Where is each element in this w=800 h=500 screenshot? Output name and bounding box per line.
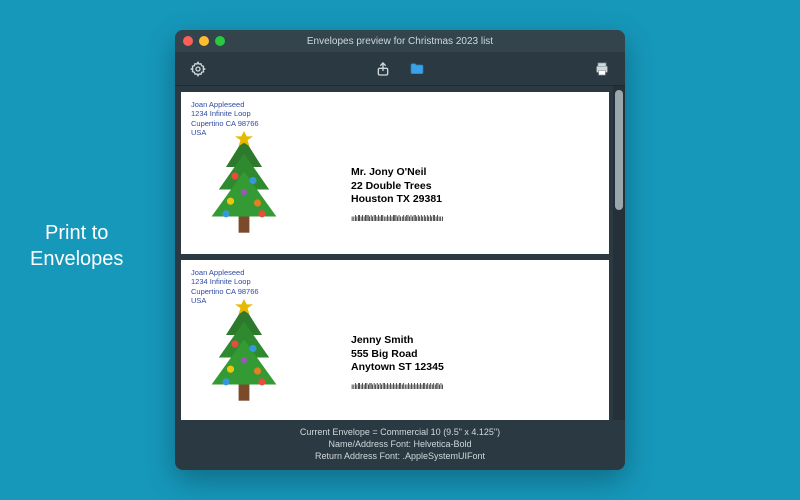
return-street: 1234 Infinite Loop (191, 277, 259, 286)
recipient-city: Houston TX 29381 (351, 193, 442, 207)
recipient-name: Jenny Smith (351, 334, 444, 348)
footer-return-font: Return Address Font: .AppleSystemUIFont (185, 450, 615, 462)
titlebar: Envelopes preview for Christmas 2023 lis… (175, 30, 625, 52)
recipient-address: Jenny Smith 555 Big Road Anytown ST 1234… (351, 334, 444, 375)
promo-headline: Print to Envelopes (30, 220, 123, 272)
christmas-tree-icon (199, 130, 289, 240)
footer-name-font: Name/Address Font: Helvetica-Bold (185, 438, 615, 450)
minimize-button[interactable] (199, 36, 209, 46)
return-name: Joan Appleseed (191, 268, 259, 277)
return-city: Cupertino CA 98766 (191, 287, 259, 296)
envelope-preview-scroll[interactable]: Joan Appleseed 1234 Infinite Loop Cupert… (175, 86, 613, 420)
toolbar (175, 52, 625, 86)
scrollbar[interactable] (613, 86, 625, 420)
christmas-tree-icon (199, 298, 289, 408)
envelope-preview: Joan Appleseed 1234 Infinite Loop Cupert… (181, 260, 609, 420)
recipient-street: 555 Big Road (351, 348, 444, 362)
content-area: Joan Appleseed 1234 Infinite Loop Cupert… (175, 86, 625, 420)
recipient-city: Anytown ST 12345 (351, 361, 444, 375)
print-button[interactable] (589, 58, 615, 80)
traffic-lights (183, 36, 225, 46)
scrollbar-thumb[interactable] (615, 90, 623, 210)
return-street: 1234 Infinite Loop (191, 109, 259, 118)
envelope-preview: Joan Appleseed 1234 Infinite Loop Cupert… (181, 92, 609, 254)
promo-line2: Envelopes (30, 248, 123, 270)
status-footer: Current Envelope = Commercial 10 (9.5" x… (175, 420, 625, 470)
folder-icon (409, 61, 425, 77)
return-city: Cupertino CA 98766 (191, 119, 259, 128)
recipient-street: 22 Double Trees (351, 180, 442, 194)
zoom-button[interactable] (215, 36, 225, 46)
close-button[interactable] (183, 36, 193, 46)
return-name: Joan Appleseed (191, 100, 259, 109)
window-title: Envelopes preview for Christmas 2023 lis… (175, 36, 625, 47)
postal-barcode: ıılıllılıllıllılılılıllılılılılıllılıılı… (351, 382, 443, 391)
printer-icon (594, 61, 610, 77)
recipient-address: Mr. Jony O'Neil 22 Double Trees Houston … (351, 166, 442, 207)
promo-line1: Print to (45, 222, 108, 244)
share-icon (375, 61, 391, 77)
gear-icon (190, 61, 206, 77)
settings-button[interactable] (185, 58, 211, 80)
recipient-name: Mr. Jony O'Neil (351, 166, 442, 180)
folder-button[interactable] (404, 58, 430, 80)
postal-barcode: ıılıllılılllılıllılıllıılılılllılıılıllı… (351, 214, 443, 223)
share-button[interactable] (370, 58, 396, 80)
app-window: Envelopes preview for Christmas 2023 lis… (175, 30, 625, 470)
footer-envelope: Current Envelope = Commercial 10 (9.5" x… (185, 426, 615, 438)
